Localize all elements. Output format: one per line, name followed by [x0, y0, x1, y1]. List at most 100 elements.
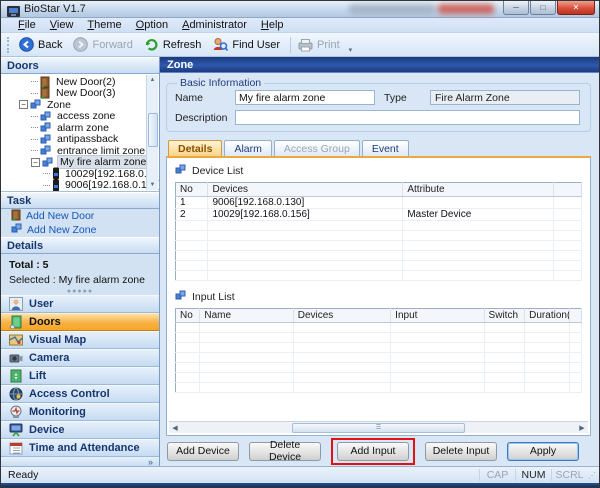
title-bar[interactable]: BioStar V1.7 ─ □ ✕	[1, 1, 599, 18]
apply-button[interactable]: Apply	[507, 442, 579, 461]
resize-grip[interactable]: ⋰	[587, 471, 599, 480]
zone-icon	[30, 99, 42, 110]
menu-theme[interactable]: Theme	[80, 19, 128, 31]
add-new-zone-link[interactable]: Add New Zone	[1, 223, 159, 237]
forward-icon	[73, 37, 88, 52]
sidebar-item-visual-map[interactable]: Visual Map	[1, 331, 159, 349]
input-list-column-switch[interactable]: Switch	[484, 309, 525, 323]
basic-information-legend: Basic Information	[177, 77, 264, 89]
table-empty-row	[176, 231, 582, 241]
collapse-icon[interactable]: −	[31, 158, 40, 167]
input-list-column-devices[interactable]: Devices	[293, 309, 390, 323]
delete-input-button[interactable]: Delete Input	[425, 442, 497, 461]
sidebar-item-doors[interactable]: Doors	[1, 313, 159, 331]
selected-item-text: Selected : My fire alarm zone	[9, 274, 151, 286]
tab-event[interactable]: Event	[362, 140, 409, 156]
table-empty-row	[176, 261, 582, 271]
menu-option[interactable]: Option	[129, 19, 175, 31]
add-device-button[interactable]: Add Device	[167, 442, 239, 461]
menu-file[interactable]: File	[11, 19, 43, 31]
collapse-icon[interactable]: −	[19, 100, 28, 109]
table-cell	[484, 373, 525, 383]
description-field[interactable]	[235, 110, 580, 125]
tree-item-9006-192-168-0-130[interactable]: 9006[192.168.0.130]	[3, 180, 145, 192]
table-cell	[176, 353, 200, 363]
menu-administrator[interactable]: Administrator	[175, 19, 254, 31]
tree-item-access-zone[interactable]: access zone	[3, 111, 145, 123]
tree-item-alarm-zone[interactable]: alarm zone	[3, 122, 145, 134]
maximize-button[interactable]: □	[530, 1, 556, 15]
input-list-column-duration-ms[interactable]: Duration(ms)	[525, 309, 570, 323]
input-list-column-name[interactable]: Name	[200, 309, 293, 323]
table-cell	[525, 383, 570, 393]
find-user-button[interactable]: Find User	[208, 35, 287, 54]
menu-view[interactable]: View	[43, 19, 81, 31]
add-new-door-link[interactable]: Add New Door	[1, 209, 159, 223]
add-input-button[interactable]: Add Input	[337, 442, 409, 461]
tree-item-new-door-2[interactable]: New Door(2)	[3, 76, 145, 88]
scroll-up-icon[interactable]: ▲	[150, 75, 156, 85]
tree-item-zone[interactable]: −Zone	[3, 99, 145, 111]
sidebar-item-camera[interactable]: Camera	[1, 349, 159, 367]
table-cell	[176, 241, 208, 251]
device-icon	[9, 423, 23, 437]
menu-help[interactable]: Help	[254, 19, 291, 31]
description-label: Description	[175, 112, 235, 124]
tree-item-antipassback[interactable]: antipassback	[3, 134, 145, 146]
table-cell	[176, 271, 208, 281]
minimize-button[interactable]: ─	[503, 1, 529, 15]
sidebar-item-time-and-attendance[interactable]: Time and Attendance	[1, 439, 159, 457]
scroll-right-icon[interactable]: ▶	[576, 424, 588, 432]
name-field[interactable]	[235, 90, 375, 105]
sidebar-item-lift[interactable]: Lift	[1, 367, 159, 385]
tab-alarm[interactable]: Alarm	[224, 140, 271, 156]
find-user-icon	[212, 37, 228, 52]
scrollbar-thumb[interactable]	[148, 113, 158, 147]
table-cell	[176, 383, 200, 393]
device-list-column-attribute[interactable]: Attribute	[403, 183, 553, 197]
sidebar-item-label: Camera	[29, 352, 69, 364]
window-title: BioStar V1.7	[24, 3, 86, 15]
panel-splitter[interactable]: ●●●●●	[1, 288, 159, 295]
scroll-left-icon[interactable]: ◀	[169, 424, 181, 432]
tree-item-10029-192-168-0-156[interactable]: 10029[192.168.0.156]	[3, 168, 145, 180]
table-cell	[200, 343, 293, 353]
table-cell	[569, 343, 581, 353]
tree-connector	[43, 173, 50, 174]
find-user-label: Find User	[232, 39, 280, 51]
toolbar-overflow-icon[interactable]: ▾	[349, 46, 353, 56]
app-icon	[7, 4, 20, 15]
sidebar-item-access-control[interactable]: Access Control	[1, 385, 159, 403]
table-cell	[293, 343, 390, 353]
back-button[interactable]: Back	[15, 35, 69, 54]
table-cell	[391, 373, 484, 383]
table-cell	[176, 373, 200, 383]
refresh-button[interactable]: Refresh	[140, 35, 209, 54]
input-list-column-input[interactable]: Input	[391, 309, 484, 323]
table-row[interactable]: 19006[192.168.0.130]	[176, 197, 582, 209]
tree-scrollbar[interactable]: ▲ ▼	[146, 75, 158, 190]
delete-device-button[interactable]: Delete Device	[249, 442, 321, 461]
table-cell: 1	[176, 197, 208, 209]
tree-connector	[31, 127, 38, 128]
sidebar-item-user[interactable]: User	[1, 295, 159, 313]
tree-item-my-fire-alarm-zone[interactable]: −My fire alarm zone	[3, 157, 145, 169]
scrollbar-thumb[interactable]: ☰	[292, 423, 466, 433]
scroll-down-icon[interactable]: ▼	[150, 180, 156, 190]
table-cell	[200, 353, 293, 363]
tree-connector	[31, 139, 38, 140]
status-text: Ready	[1, 469, 479, 481]
horizontal-scrollbar[interactable]: ◀ ☰ ▶	[169, 421, 588, 433]
tab-details[interactable]: Details	[168, 140, 222, 156]
sidebar-item-monitoring[interactable]: Monitoring	[1, 403, 159, 421]
device-list-column-devices[interactable]: Devices	[208, 183, 403, 197]
back-icon	[19, 37, 34, 52]
device-list-column-no[interactable]: No	[176, 183, 208, 197]
table-row[interactable]: 210029[192.168.0.156]Master Device	[176, 209, 582, 221]
table-cell	[176, 343, 200, 353]
sidebar-item-device[interactable]: Device	[1, 421, 159, 439]
close-button[interactable]: ✕	[557, 1, 595, 15]
user-icon	[9, 297, 23, 311]
tree-item-new-door-3[interactable]: New Door(3)	[3, 88, 145, 100]
input-list-column-no[interactable]: No	[176, 309, 200, 323]
